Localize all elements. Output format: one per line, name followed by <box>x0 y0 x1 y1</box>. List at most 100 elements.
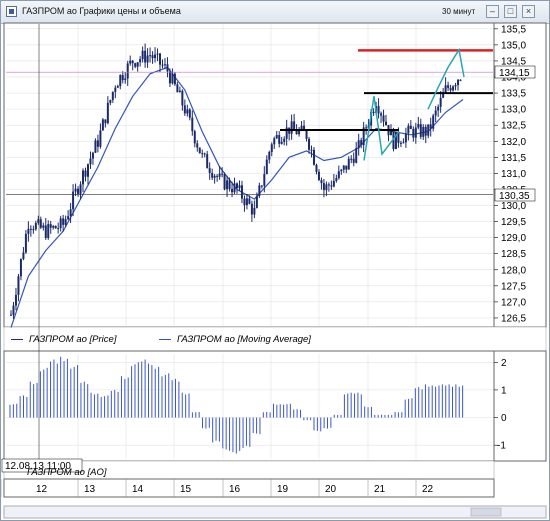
price-candle-body <box>171 73 174 84</box>
price-candle-body <box>161 64 164 66</box>
price-candle-body <box>42 225 45 228</box>
price-candle-body <box>315 164 318 172</box>
scrollbar-thumb[interactable] <box>470 507 502 517</box>
price-candle-body <box>104 119 107 124</box>
chart-window: ГАЗПРОМ ао Графики цены и объема 30 мину… <box>0 0 550 521</box>
price-candle-body <box>454 85 457 87</box>
price-candle-body <box>429 124 432 129</box>
price-candle-body <box>149 55 152 57</box>
price-candle-body <box>452 86 455 91</box>
time-tick-label: 12 <box>36 484 48 495</box>
price-candle-body <box>253 207 256 215</box>
price-candle-body <box>121 75 124 81</box>
ao-tick-label: 1 <box>501 385 507 396</box>
legend-ma-swatch <box>159 338 171 340</box>
price-candle-body <box>119 75 122 87</box>
price-candle-body <box>337 171 340 179</box>
price-candle-body <box>275 135 278 139</box>
price-candle-body <box>129 60 132 64</box>
price-candle-body <box>342 165 345 170</box>
price-candle-body <box>345 165 348 170</box>
price-candle-body <box>357 140 360 149</box>
price-candle-body <box>412 128 415 138</box>
price-candle-body <box>360 140 363 146</box>
price-candle-body <box>154 54 157 59</box>
price-candle-body <box>265 159 268 175</box>
price-candle-body <box>79 184 82 194</box>
price-candle-body <box>417 124 420 128</box>
price-candle-body <box>240 185 243 199</box>
price-candle-body <box>399 142 402 144</box>
price-candle-body <box>444 85 447 93</box>
price-candle-body <box>84 170 87 177</box>
price-candle-body <box>186 109 189 114</box>
price-candle-body <box>382 115 385 122</box>
price-tick-label: 131,0 <box>501 169 526 180</box>
crosshair-price-label: 130,35 <box>499 191 530 202</box>
price-candle-body <box>203 153 206 155</box>
price-tick-label: 132,5 <box>501 121 526 132</box>
price-candle-body <box>188 109 191 118</box>
price-candle-body <box>146 55 149 63</box>
price-tick-label: 130,0 <box>501 201 526 212</box>
price-candle-body <box>44 225 47 238</box>
price-candle-body <box>176 84 179 93</box>
price-candle-body <box>414 127 417 138</box>
price-candle-body <box>208 168 211 173</box>
price-candle-body <box>231 188 234 193</box>
price-tick-label: 135,5 <box>501 24 526 35</box>
time-tick-label: 16 <box>229 484 241 495</box>
price-candle-body <box>134 63 137 67</box>
price-candle-body <box>437 106 440 111</box>
price-candle-body <box>17 276 20 295</box>
price-candle-body <box>136 62 139 67</box>
price-candle-body <box>238 185 241 189</box>
price-candle-body <box>193 131 196 144</box>
price-candle-body <box>173 73 176 85</box>
price-candle-body <box>347 158 350 170</box>
price-candle-body <box>89 158 92 165</box>
price-candle-body <box>226 180 229 190</box>
price-candle-body <box>106 102 109 124</box>
price-candle-body <box>283 138 286 142</box>
price-candle-body <box>178 90 181 93</box>
price-candle-body <box>74 188 77 192</box>
price-candle-body <box>91 152 94 159</box>
price-candle-body <box>255 196 258 208</box>
price-candle-body <box>52 226 55 228</box>
price-candle-body <box>116 86 119 88</box>
price-candle-body <box>109 100 112 103</box>
time-tick-label: 22 <box>422 484 434 495</box>
legend-ma[interactable]: ГАЗПРОМ ао [Moving Average] <box>159 334 311 345</box>
legend-price[interactable]: ГАЗПРОМ ао [Price] <box>11 334 116 345</box>
price-candle-body <box>322 183 325 191</box>
price-candle-body <box>350 158 353 160</box>
price-tick-label: 128,0 <box>501 265 526 276</box>
price-candle-body <box>330 185 333 187</box>
price-candle-body <box>201 153 204 155</box>
price-candle-body <box>228 180 231 189</box>
legend-price-label: ГАЗПРОМ ао [Price] <box>29 334 117 345</box>
price-candle-body <box>422 126 425 137</box>
price-candle-body <box>57 228 60 230</box>
price-candle-body <box>54 226 57 229</box>
price-tick-label: 132,0 <box>501 137 526 148</box>
price-candle-body <box>447 85 450 88</box>
price-candle-body <box>355 148 358 163</box>
price-candle-body <box>198 147 201 154</box>
price-candle-body <box>419 124 422 137</box>
scrollbar[interactable] <box>3 505 547 519</box>
price-candle-body <box>380 113 383 116</box>
price-candle-body <box>268 151 271 160</box>
price-candle-body <box>131 60 134 64</box>
ao-tick-label: 2 <box>501 358 507 369</box>
price-panel[interactable] <box>3 22 495 328</box>
price-candle-body <box>280 141 283 144</box>
price-candle-body <box>64 219 67 225</box>
price-candle-body <box>273 138 276 145</box>
price-candle-body <box>402 142 405 144</box>
price-candle-body <box>340 169 343 172</box>
chart-svg[interactable]: 126,5 127,0 127,5 128,0 128,5 129,0 129,5 130,0… <box>1 1 549 520</box>
time-tick-label: 20 <box>325 484 337 495</box>
ao-tick-label: 0 <box>501 413 507 424</box>
